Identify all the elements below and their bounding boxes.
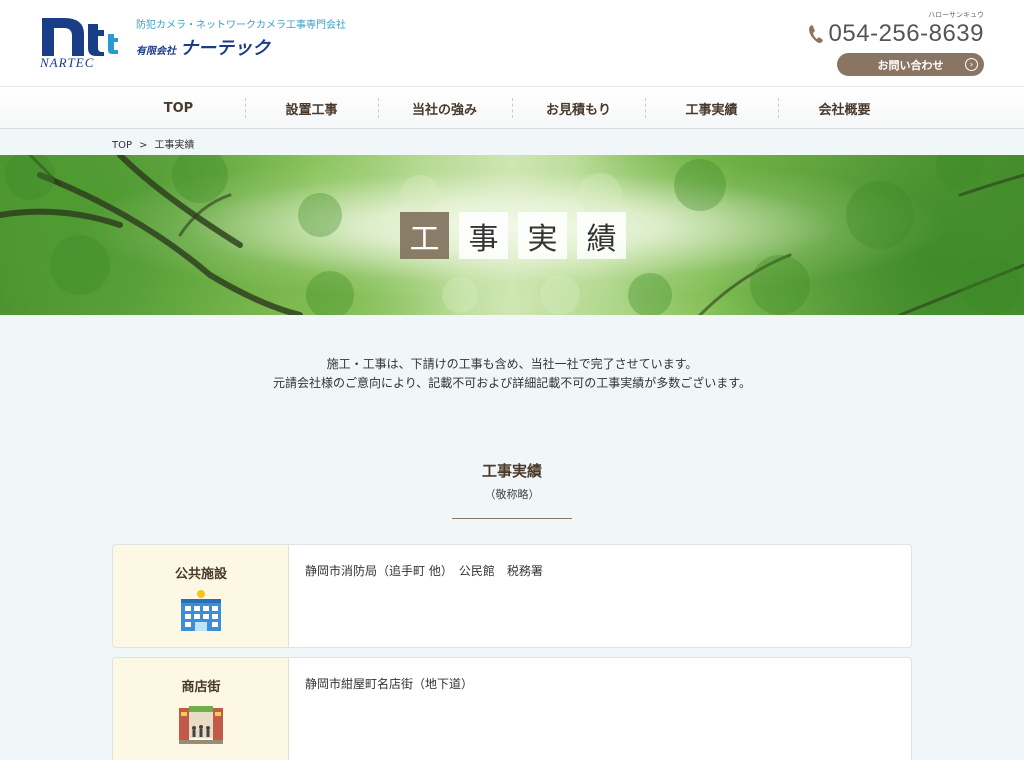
company-main-name: ナーテック [180, 38, 270, 59]
breadcrumb-home-link[interactable]: TOP [112, 140, 132, 151]
nav-label: TOP [163, 100, 194, 116]
record-row: 公共施設 静岡市消防局（追手町 他） 公民館 税務署 [112, 544, 912, 648]
phone-block[interactable]: 054-256-8639 [807, 20, 984, 48]
intro-line: 元請会社様のご意向により、記載不可および詳細記載不可の工事実績が多数ございます。 [272, 376, 752, 390]
phone-icon [808, 25, 823, 43]
page-title-char: 工 [400, 212, 449, 259]
company-name[interactable]: 有限会社 ナーテック [136, 34, 270, 60]
nav-item-strengths[interactable]: 当社の強み [378, 87, 511, 129]
record-category-cell: 公共施設 [113, 545, 289, 647]
nav-label: 当社の強み [411, 102, 477, 118]
record-category: 公共施設 [174, 567, 227, 582]
contact-button-label: お問い合わせ [877, 58, 944, 72]
shopping-street-icon [179, 706, 223, 744]
phone-number: 054-256-8639 [828, 20, 984, 47]
section-title: 工事実績 [481, 462, 542, 480]
intro-text: 施工・工事は、下請けの工事も含め、当社一社で完了させています。 元請会社様のご意… [0, 355, 1024, 393]
record-row: 商店街 静岡市紺屋町名店街（地下道） [112, 657, 912, 760]
main-nav: TOP 設置工事 当社の強み お見積もり 工事実績 会社概要 [0, 86, 1024, 129]
contact-button[interactable]: お問い合わせ › [837, 53, 984, 76]
hero-banner: 工 事 実 績 [0, 155, 1024, 315]
intro-line: 施工・工事は、下請けの工事も含め、当社一社で完了させています。 [326, 357, 698, 371]
record-category: 商店街 [181, 680, 221, 695]
record-detail: 静岡市消防局（追手町 他） 公民館 税務署 [305, 564, 543, 578]
phone-kana: ハローサンキュウ [928, 11, 984, 19]
nav-item-works[interactable]: 工事実績 [645, 87, 778, 129]
breadcrumb: TOP > 工事実績 [112, 136, 194, 151]
nav-label: 会社概要 [818, 102, 871, 118]
page-title-char: 績 [577, 212, 626, 259]
record-detail: 静岡市紺屋町名店街（地下道） [305, 677, 474, 691]
nav-item-estimate[interactable]: お見積もり [512, 87, 645, 129]
page-title: 工 事 実 績 [400, 212, 626, 259]
breadcrumb-current: 工事実績 [154, 140, 195, 151]
page-title-char: 事 [459, 212, 508, 259]
site-header: NARTEC 防犯カメラ・ネットワークカメラ工事専門会社 有限会社 ナーテック ハ… [0, 0, 1024, 86]
record-category-cell: 商店街 [113, 658, 289, 760]
section-divider [452, 518, 572, 519]
nav-item-company[interactable]: 会社概要 [778, 87, 911, 129]
public-building-icon [181, 590, 221, 631]
nav-label: お見積もり [545, 102, 611, 118]
nav-item-installation[interactable]: 設置工事 [245, 87, 378, 129]
logo-wordmark: NARTEC [40, 55, 95, 70]
tagline: 防犯カメラ・ネットワークカメラ工事専門会社 [136, 20, 346, 31]
chevron-right-icon: › [965, 58, 978, 71]
nav-item-top[interactable]: TOP [112, 87, 245, 129]
company-prefix: 有限会社 [136, 46, 176, 57]
page-title-char: 実 [518, 212, 567, 259]
nav-label: 工事実績 [685, 102, 738, 118]
section-subtitle: （敬称略） [484, 488, 540, 501]
breadcrumb-separator: > [139, 140, 148, 151]
nav-label: 設置工事 [285, 102, 338, 118]
